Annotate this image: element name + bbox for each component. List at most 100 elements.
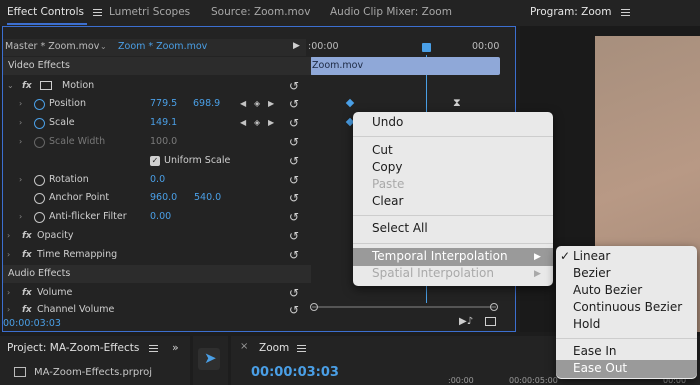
chevron-right-icon[interactable]: › bbox=[19, 95, 22, 113]
menu-item-temporal-interpolation[interactable]: Temporal Interpolation bbox=[372, 249, 508, 263]
next-keyframe-icon[interactable]: ▶ bbox=[268, 114, 274, 132]
position-x-value[interactable]: 779.5 bbox=[150, 95, 177, 113]
ec-timeline-scrollbar[interactable] bbox=[312, 306, 496, 308]
fx-icon[interactable]: fx bbox=[22, 301, 32, 315]
tab-program[interactable]: Program: Zoom bbox=[530, 6, 630, 18]
uniform-scale-checkbox[interactable]: ✓ bbox=[150, 156, 160, 166]
selection-tool-button[interactable]: ➤ bbox=[198, 348, 220, 370]
fx-icon[interactable]: fx bbox=[22, 77, 32, 95]
tab-source[interactable]: Source: Zoom.mov bbox=[211, 6, 310, 18]
reset-icon[interactable]: ↺ bbox=[289, 227, 299, 245]
scale-row[interactable]: › Scale 149.1 ◀ ◈ ▶ ↺ bbox=[3, 114, 306, 132]
add-keyframe-icon[interactable]: ◈ bbox=[254, 95, 260, 113]
stopwatch-icon[interactable] bbox=[34, 118, 45, 129]
position-y-value[interactable]: 698.9 bbox=[193, 95, 220, 113]
anti-flicker-value[interactable]: 0.00 bbox=[150, 208, 171, 226]
motion-transform-icon[interactable] bbox=[40, 81, 52, 90]
fx-icon[interactable]: fx bbox=[22, 284, 32, 302]
reset-icon[interactable]: ↺ bbox=[289, 301, 299, 315]
reset-icon[interactable]: ↺ bbox=[289, 284, 299, 302]
tab-audio-clip-mixer[interactable]: Audio Clip Mixer: Zoom bbox=[330, 6, 452, 18]
menu-item-cut[interactable]: Cut bbox=[372, 143, 393, 157]
chevron-right-icon[interactable]: › bbox=[7, 284, 10, 302]
project-panel-title[interactable]: Project: MA-Zoom-Effects bbox=[7, 342, 158, 354]
program-menu-icon[interactable] bbox=[620, 7, 630, 18]
double-chevron-icon[interactable]: » bbox=[172, 341, 179, 354]
submenu-item-continuous-bezier[interactable]: Continuous Bezier bbox=[573, 300, 682, 314]
reset-icon[interactable]: ↺ bbox=[289, 171, 299, 189]
master-clip-label[interactable]: Master * Zoom.mov bbox=[5, 41, 99, 52]
menu-item-undo[interactable]: Undo bbox=[372, 115, 403, 129]
export-frame-icon[interactable] bbox=[485, 317, 496, 326]
chevron-down-icon[interactable]: ⌄ bbox=[7, 77, 14, 95]
chevron-right-icon[interactable]: › bbox=[7, 301, 10, 315]
menu-item-select-all[interactable]: Select All bbox=[372, 221, 428, 235]
project-file-name[interactable]: MA-Zoom-Effects.prproj bbox=[34, 367, 152, 378]
scroll-handle-left[interactable] bbox=[310, 303, 318, 311]
volume-row[interactable]: › fx Volume ↺ bbox=[3, 284, 306, 302]
submenu-item-ease-in[interactable]: Ease In bbox=[573, 344, 617, 358]
timeline-menu-icon[interactable] bbox=[297, 343, 306, 354]
motion-row[interactable]: ⌄ fx Motion ↺ bbox=[3, 77, 306, 95]
time-remapping-row[interactable]: › fx Time Remapping ↺ bbox=[3, 246, 306, 264]
anchor-point-x-value[interactable]: 960.0 bbox=[150, 189, 177, 207]
add-keyframe-icon[interactable]: ◈ bbox=[254, 114, 260, 132]
chevron-down-icon[interactable]: ⌄ bbox=[100, 42, 107, 51]
scroll-handle-right[interactable] bbox=[490, 303, 498, 311]
menu-item-copy[interactable]: Copy bbox=[372, 160, 402, 174]
rotation-row[interactable]: › Rotation 0.0 ↺ bbox=[3, 171, 306, 189]
rotation-value[interactable]: 0.0 bbox=[150, 171, 165, 189]
stopwatch-icon[interactable] bbox=[34, 212, 45, 223]
clip-bar[interactable]: Zoom.mov bbox=[310, 57, 500, 75]
current-timecode[interactable]: 00:00:03:03 bbox=[3, 318, 61, 329]
menu-item-clear[interactable]: Clear bbox=[372, 194, 403, 208]
fx-icon[interactable]: fx bbox=[22, 227, 32, 245]
timeline-timecode[interactable]: 00:00:03:03 bbox=[251, 365, 339, 380]
ec-timeline-ruler[interactable]: :00:00 00:00 bbox=[308, 39, 502, 56]
close-sequence-icon[interactable]: × bbox=[240, 341, 248, 352]
tab-lumetri-scopes[interactable]: Lumetri Scopes bbox=[109, 6, 190, 18]
reset-icon[interactable]: ↺ bbox=[289, 114, 299, 132]
stopwatch-icon[interactable] bbox=[34, 175, 45, 186]
anti-flicker-row[interactable]: › Anti-flicker Filter 0.00 ↺ bbox=[3, 208, 306, 226]
play-clip-icon[interactable]: ▶ bbox=[293, 41, 300, 51]
submenu-item-linear[interactable]: Linear bbox=[573, 249, 610, 263]
submenu-item-ease-out[interactable]: Ease Out bbox=[573, 361, 627, 375]
reset-icon[interactable]: ↺ bbox=[289, 189, 299, 207]
panel-menu-icon[interactable] bbox=[93, 7, 103, 18]
chevron-right-icon[interactable]: › bbox=[19, 114, 22, 132]
reset-icon[interactable]: ↺ bbox=[289, 246, 299, 264]
fx-icon[interactable]: fx bbox=[22, 246, 32, 264]
prev-keyframe-icon[interactable]: ◀ bbox=[240, 114, 246, 132]
chevron-right-icon[interactable]: › bbox=[19, 171, 22, 189]
filter-keyframes-icon[interactable]: ▶♪ bbox=[459, 316, 473, 327]
channel-volume-row[interactable]: › fx Channel Volume ↺ bbox=[3, 301, 306, 315]
reset-icon[interactable]: ↺ bbox=[289, 95, 299, 113]
stopwatch-icon[interactable] bbox=[34, 99, 45, 110]
stopwatch-icon[interactable] bbox=[34, 193, 45, 204]
timeline-title[interactable]: Zoom bbox=[259, 342, 289, 354]
hourglass-keyframe-icon[interactable]: ⧗ bbox=[453, 96, 461, 110]
uniform-scale-row[interactable]: ✓ Uniform Scale ↺ bbox=[3, 152, 306, 170]
reset-icon[interactable]: ↺ bbox=[289, 152, 299, 170]
position-row[interactable]: › Position 779.5 698.9 ◀ ◈ ▶ ↺ bbox=[3, 95, 306, 113]
submenu-item-bezier[interactable]: Bezier bbox=[573, 266, 611, 280]
chevron-right-icon[interactable]: › bbox=[7, 227, 10, 245]
sequence-clip-label[interactable]: Zoom * Zoom.mov bbox=[118, 41, 207, 52]
tab-effect-controls[interactable]: Effect Controls bbox=[7, 6, 103, 18]
submenu-item-auto-bezier[interactable]: Auto Bezier bbox=[573, 283, 642, 297]
chevron-right-icon[interactable]: › bbox=[7, 246, 10, 264]
playhead-handle[interactable] bbox=[422, 43, 431, 52]
reset-icon[interactable]: ↺ bbox=[289, 77, 299, 95]
reset-icon[interactable]: ↺ bbox=[289, 133, 299, 151]
scale-value[interactable]: 149.1 bbox=[150, 114, 177, 132]
prev-keyframe-icon[interactable]: ◀ bbox=[240, 95, 246, 113]
anchor-point-y-value[interactable]: 540.0 bbox=[194, 189, 221, 207]
submenu-item-hold[interactable]: Hold bbox=[573, 317, 600, 331]
project-menu-icon[interactable] bbox=[148, 343, 158, 354]
next-keyframe-icon[interactable]: ▶ bbox=[268, 95, 274, 113]
chevron-right-icon[interactable]: › bbox=[19, 208, 22, 226]
reset-icon[interactable]: ↺ bbox=[289, 208, 299, 226]
opacity-row[interactable]: › fx Opacity ↺ bbox=[3, 227, 306, 245]
anchor-point-row[interactable]: Anchor Point 960.0 540.0 ↺ bbox=[3, 189, 306, 207]
